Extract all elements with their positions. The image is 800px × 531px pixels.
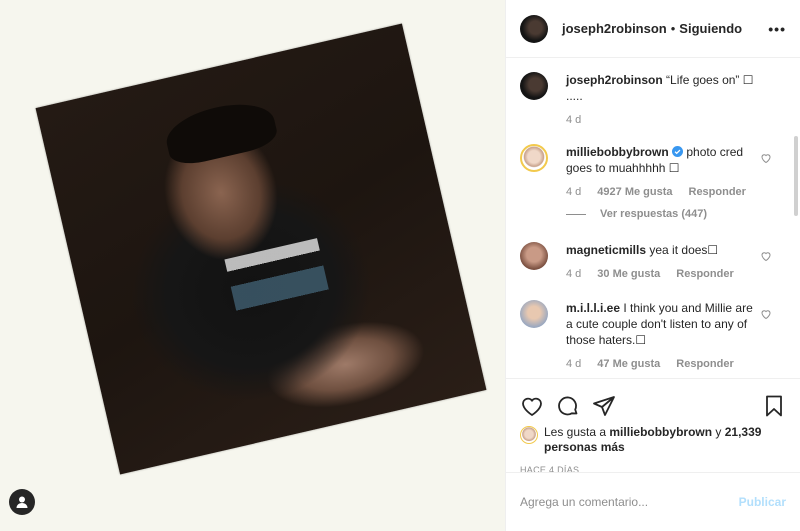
publish-button[interactable]: Publicar xyxy=(739,495,786,509)
comment-text: yea it does☐ xyxy=(649,243,719,257)
verified-badge-icon xyxy=(672,146,684,157)
comment-avatar[interactable] xyxy=(520,300,548,328)
likes-prefix: Les gusta a xyxy=(544,425,610,439)
comment-item: milliebobbybrown photo cred goes to muah… xyxy=(520,144,786,200)
save-bookmark-icon[interactable] xyxy=(762,394,786,418)
caption-username[interactable]: joseph2robinson xyxy=(566,73,663,87)
comment-input[interactable] xyxy=(520,494,739,509)
comment-likes[interactable]: 30 Me gusta xyxy=(597,266,660,282)
post-media-area xyxy=(0,0,505,531)
action-icons-bar xyxy=(506,379,800,423)
add-comment-bar: Publicar xyxy=(506,472,800,530)
like-comment-heart-icon[interactable] xyxy=(760,308,772,320)
tagged-user-icon[interactable] xyxy=(9,489,35,515)
comment-time[interactable]: 4 d xyxy=(566,266,581,282)
post-side-panel: joseph2robinson • Siguiendo ••• joseph2r… xyxy=(505,0,800,531)
post-header: joseph2robinson • Siguiendo ••• xyxy=(506,0,800,58)
view-replies-label[interactable]: Ver respuestas (447) xyxy=(600,208,707,220)
comment-likes[interactable]: 47 Me gusta xyxy=(597,356,660,372)
view-replies[interactable]: Ver respuestas (447) xyxy=(566,208,786,220)
comments-scrollbar[interactable] xyxy=(794,136,798,216)
caption-time[interactable]: 4 d xyxy=(566,112,581,128)
like-comment-heart-icon[interactable] xyxy=(760,152,772,164)
caption: joseph2robinson “Life goes on” ☐ ..... 4… xyxy=(520,72,786,128)
post-actions: Les gusta a milliebobbybrown y 21,339 pe… xyxy=(506,378,800,530)
post-photo[interactable] xyxy=(35,23,487,475)
caption-avatar[interactable] xyxy=(520,72,548,100)
more-options-icon[interactable]: ••• xyxy=(768,21,786,37)
likes-summary: Les gusta a milliebobbybrown y 21,339 pe… xyxy=(506,425,800,455)
liker-avatar[interactable] xyxy=(520,426,538,444)
following-button[interactable]: Siguiendo xyxy=(679,21,742,36)
comment-time[interactable]: 4 d xyxy=(566,184,581,200)
comment-avatar[interactable] xyxy=(520,242,548,270)
comments-list[interactable]: joseph2robinson “Life goes on” ☐ ..... 4… xyxy=(506,58,800,378)
comment-username[interactable]: m.i.l.l.i.ee xyxy=(566,301,620,315)
author-username[interactable]: joseph2robinson xyxy=(562,21,667,36)
comment-item: magneticmills yea it does☐ 4 d 30 Me gus… xyxy=(520,242,786,282)
photo-detail-shirt xyxy=(224,238,333,328)
comment-bubble-icon[interactable] xyxy=(556,394,580,418)
liker-username[interactable]: milliebobbybrown xyxy=(609,425,712,439)
photo-detail-hair xyxy=(161,95,280,169)
like-heart-icon[interactable] xyxy=(520,394,544,418)
comment-username[interactable]: milliebobbybrown xyxy=(566,145,669,159)
comment-time[interactable]: 4 d xyxy=(566,356,581,372)
header-separator: • xyxy=(670,21,676,36)
likes-middle: y xyxy=(712,425,725,439)
replies-line xyxy=(566,213,586,215)
comment-avatar[interactable] xyxy=(520,144,548,172)
reply-button[interactable]: Responder xyxy=(676,356,733,372)
like-comment-heart-icon[interactable] xyxy=(760,250,772,262)
share-paper-plane-icon[interactable] xyxy=(592,394,616,418)
author-avatar[interactable] xyxy=(520,14,548,43)
reply-button[interactable]: Responder xyxy=(676,266,733,282)
comment-likes[interactable]: 4927 Me gusta xyxy=(597,184,672,200)
comment-username[interactable]: magneticmills xyxy=(566,243,646,257)
comment-item: m.i.l.l.i.ee I think you and Millie are … xyxy=(520,300,786,372)
reply-button[interactable]: Responder xyxy=(689,184,746,200)
